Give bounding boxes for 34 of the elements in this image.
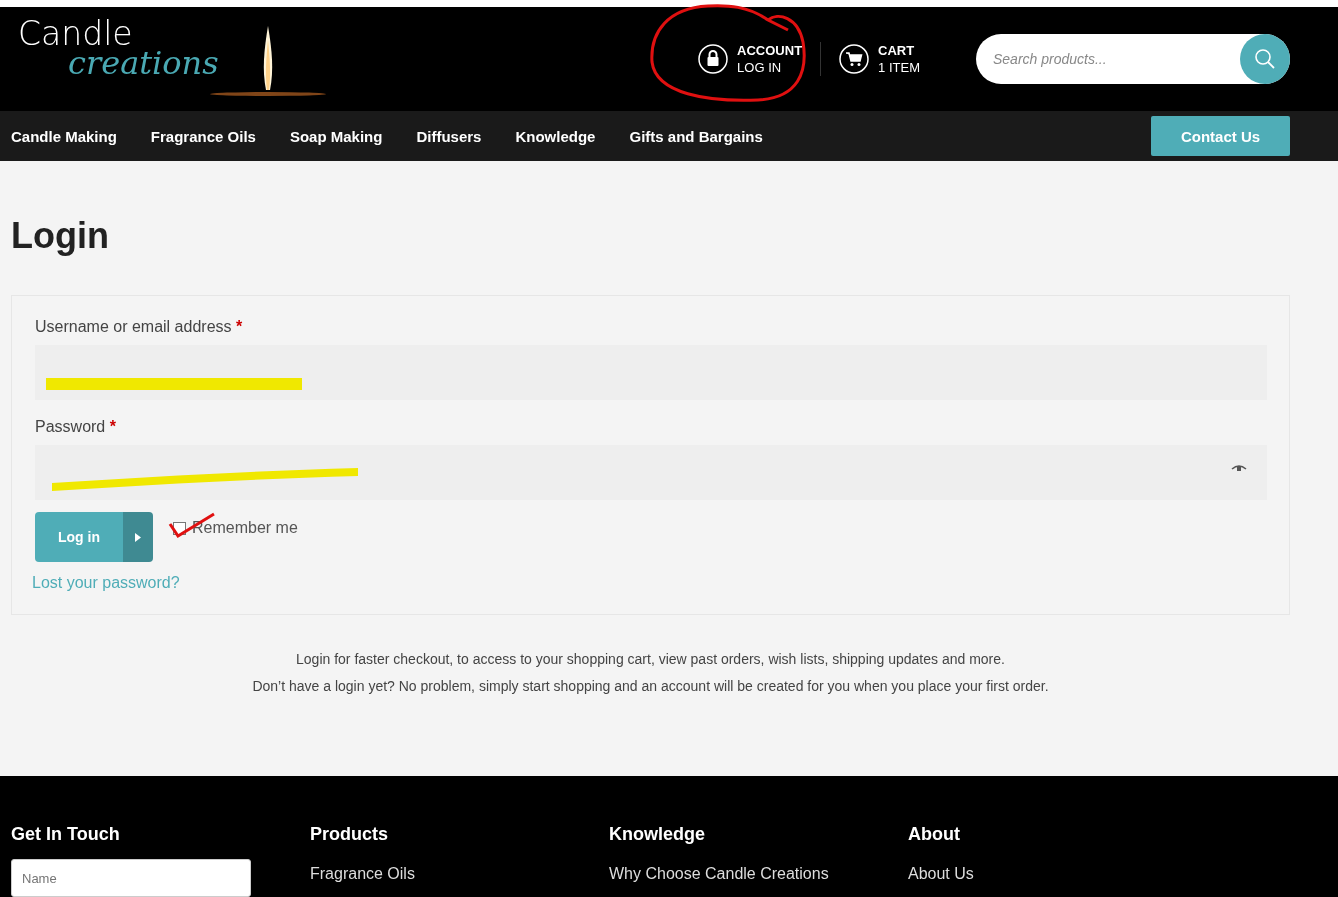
nav-link[interactable]: Soap Making (278, 127, 400, 145)
field-label: Password * (35, 418, 117, 436)
logo[interactable]: Candle creations (18, 11, 328, 107)
info-text: Login for faster checkout, to access to your shopping cart, view past orders, wish lists, shipping updates and more. (295, 651, 1006, 667)
username-field[interactable] (35, 345, 1267, 400)
nav-link[interactable]: Knowledge (504, 127, 613, 145)
nav-link[interactable]: Candle Making (0, 127, 134, 145)
footer-link[interactable]: Fragrance Oils (310, 865, 609, 883)
account-link[interactable]: ACCOUNT LOG IN (680, 42, 821, 76)
nav-link[interactable]: Fragrance Oils (139, 127, 273, 145)
search-bar[interactable]: Search products... (976, 34, 1290, 84)
footer-heading: Get In Touch (11, 824, 121, 845)
nav-link[interactable]: Gifts and Bargains (618, 127, 780, 145)
lock-icon (698, 44, 729, 74)
search-button[interactable] (1240, 34, 1290, 84)
footer-heading: Knowledge (609, 824, 706, 845)
search-field[interactable]: Search products... (976, 50, 1240, 68)
cart-icon (839, 44, 870, 74)
footer-link[interactable]: Why Choose Candle Creations (609, 865, 908, 883)
password-field[interactable] (35, 445, 1267, 500)
field-label: Username or email address * (35, 318, 244, 336)
cart-link[interactable]: CART 1 ITEM (821, 42, 938, 76)
info-text: Don’t have a login yet? No problem, simply start shopping and an account will be created for you when you place your first order. (251, 678, 1050, 694)
footer-heading: Products (310, 824, 389, 845)
search-icon (1254, 48, 1276, 70)
nav-link[interactable]: Diffusers (405, 127, 499, 145)
checkbox-label: Remember me (192, 519, 298, 537)
name-input[interactable]: Name (11, 859, 251, 897)
logo-text: Candle (18, 13, 133, 53)
footer-link[interactable]: About Us (908, 865, 1207, 883)
eye-icon[interactable] (1231, 464, 1247, 472)
page-title: Login (11, 215, 110, 257)
footer-heading: About (908, 824, 961, 845)
caret-icon (135, 532, 141, 542)
